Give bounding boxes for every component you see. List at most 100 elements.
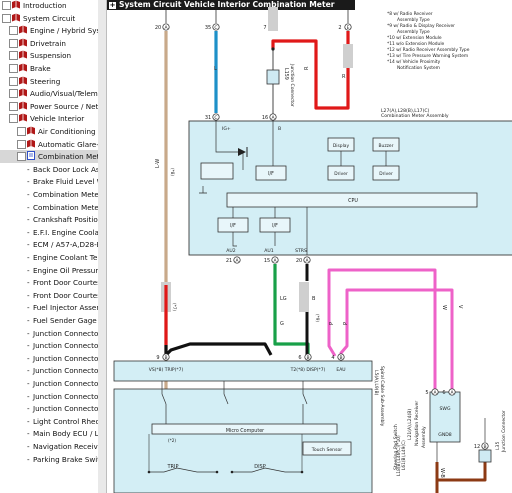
tree-leaf-marker: - (27, 227, 30, 237)
tree-item[interactable]: -Back Door Lock Assembly (0, 163, 98, 176)
tree-leaf-marker: - (27, 303, 30, 313)
tree-item[interactable]: -Engine Oil Pressure Switch (0, 264, 98, 277)
tree-item[interactable]: - Junction Connector (0, 402, 98, 415)
meter-pin-b-number: 16 (262, 115, 268, 121)
collapse-icon[interactable] (2, 1, 11, 10)
top-pin-connector: E (347, 25, 350, 31)
collapse-icon[interactable] (17, 152, 26, 162)
tree-item-label: Fuel Injector Assembly (33, 303, 98, 313)
tree-item[interactable]: - Junction Connector (0, 377, 98, 390)
tree-leaf-marker: - (27, 278, 30, 288)
tree-item[interactable]: -Parking Brake Switch (0, 453, 98, 466)
tree-item[interactable]: -Fuel Injector Assembly (0, 301, 98, 314)
book-icon (19, 38, 27, 47)
expand-icon[interactable] (9, 38, 18, 48)
tree-item[interactable]: Introduction (0, 0, 98, 12)
wiring-diagram: *8 w/ Radio ReceiverAssembly Type*9 w/ R… (113, 7, 512, 493)
expand-icon[interactable] (9, 51, 18, 61)
tree-leaf-marker: - (27, 190, 30, 199)
tree-item-label: Introduction (23, 1, 67, 10)
tree-item[interactable]: - Junction Connector (0, 327, 98, 340)
tree-item[interactable]: - E.F.I. Engine Coolant (0, 226, 98, 239)
tree-item-label: Front Door Courtesy (33, 278, 99, 288)
tree-item[interactable]: System Circuit (0, 12, 98, 25)
tree-item-label: Engine Oil Pressure Switch (33, 265, 99, 275)
meter-bottom-pin-number: 20 (296, 258, 302, 264)
book-icon (19, 50, 27, 59)
splice-dot (271, 47, 275, 51)
expand-icon[interactable] (9, 64, 18, 73)
expand-icon[interactable] (9, 76, 18, 86)
spiral-pin-connector: B (339, 355, 342, 361)
expand-icon[interactable] (9, 89, 18, 99)
tree-item[interactable]: - Junction Connector (0, 352, 98, 365)
tree-item[interactable]: - ECM / A57-A,D28-B (0, 238, 98, 251)
black-wire (164, 342, 273, 357)
tree-item[interactable]: - Junction Connector (0, 390, 98, 403)
bottom-pin-connector: B (483, 444, 486, 450)
collapse-icon[interactable] (9, 114, 18, 124)
meter-pin-ig-number: 31 (205, 115, 211, 121)
tree-item[interactable]: -Engine Coolant Temperature (0, 251, 98, 264)
tree-item-label: Combination Meter (38, 152, 98, 162)
tree-item[interactable]: - Navigation Receiver (0, 440, 98, 453)
tree-item-label: Junction Connector (33, 341, 99, 351)
tree-item-label: E.F.I. Engine Coolant (33, 227, 99, 237)
tree-item[interactable]: Steering (0, 75, 98, 88)
navi-pin-number: 6 (442, 390, 445, 396)
tree-item[interactable]: -Crankshaft Position Sensor (0, 213, 98, 226)
tree-item[interactable]: - Main Body ECU / L7 (0, 427, 98, 440)
tree-item[interactable]: -Combination Meter Assembly (0, 201, 98, 214)
tree-item[interactable]: Drivetrain (0, 37, 98, 50)
note-line: *11 w/o Extension Module (387, 41, 445, 47)
tree-item-label: Vehicle Interior (30, 114, 85, 124)
tree-item[interactable]: - Junction Connector (0, 339, 98, 352)
tree-item-label: Engine / Hybrid System (30, 26, 99, 36)
connector-block (299, 282, 309, 312)
spiral-label: L5(A),L9(B) (373, 370, 379, 396)
top-pin-number: 2 (338, 25, 341, 31)
tree-item[interactable]: Engine / Hybrid System (0, 24, 98, 37)
note-line: *14 w/ Vehicle Proximity (387, 59, 441, 65)
tree-item-label: ECM / A57-A,D28-B (33, 240, 99, 250)
collapse-icon[interactable] (2, 13, 11, 23)
tree-item[interactable]: -Fuel Sender Gage Assembly (0, 314, 98, 327)
expand-icon[interactable] (17, 139, 26, 149)
tree-item[interactable]: Air Conditioning (0, 125, 98, 138)
expand-icon[interactable] (9, 26, 18, 36)
connector-block (343, 44, 353, 68)
tree-leaf-marker: - (27, 379, 30, 388)
tree-item[interactable]: Combination Meter (0, 150, 98, 164)
tree-item[interactable]: Vehicle Interior (0, 112, 98, 125)
pin-name: IG+ (222, 126, 231, 132)
tree-item[interactable]: Power Source / Network (0, 100, 98, 113)
tree-item[interactable]: - Front Door Courtesy (0, 289, 98, 302)
driver-label: Driver (379, 171, 393, 177)
tree-item-label: Air Conditioning (38, 127, 96, 136)
tree-item[interactable]: Brake (0, 62, 98, 75)
wire-color-label: B (312, 296, 316, 302)
diagram-viewer: + System Circuit Vehicle Interior Combina… (107, 0, 512, 493)
tree-leaf-marker: - (27, 265, 30, 275)
tree-item-label: Combination Meter Assembly (33, 202, 99, 212)
tree-item[interactable]: - Front Door Courtesy (0, 276, 98, 289)
pin-name: EAU (336, 367, 345, 373)
expand-icon[interactable] (17, 127, 26, 136)
tree-item[interactable]: Suspension (0, 49, 98, 62)
pin-name: B (278, 126, 281, 132)
tree-item[interactable]: -Brake Fluid Level Warning (0, 175, 98, 188)
tree-item[interactable]: -Combination Meter Assembly (0, 188, 98, 201)
wire-color-label: P (329, 322, 335, 325)
tree-item[interactable]: Automatic Glare-Resistant (0, 138, 98, 151)
spiral-pin-connector: B (164, 355, 167, 361)
tree-item[interactable]: -Light Control Rheostat (0, 415, 98, 428)
tree-item-label: Suspension (30, 51, 72, 61)
wire-note-label: (*8) (170, 168, 175, 176)
tree-item[interactable]: - Junction Connector (0, 364, 98, 377)
tree-item[interactable]: Audio/Visual/Telematics (0, 87, 98, 100)
tree-leaf-marker: - (27, 328, 30, 338)
junction-code: L159 (283, 68, 289, 80)
pane-splitter[interactable] (98, 0, 107, 493)
wire-color-label: W (441, 305, 447, 310)
expand-icon[interactable] (9, 101, 18, 111)
